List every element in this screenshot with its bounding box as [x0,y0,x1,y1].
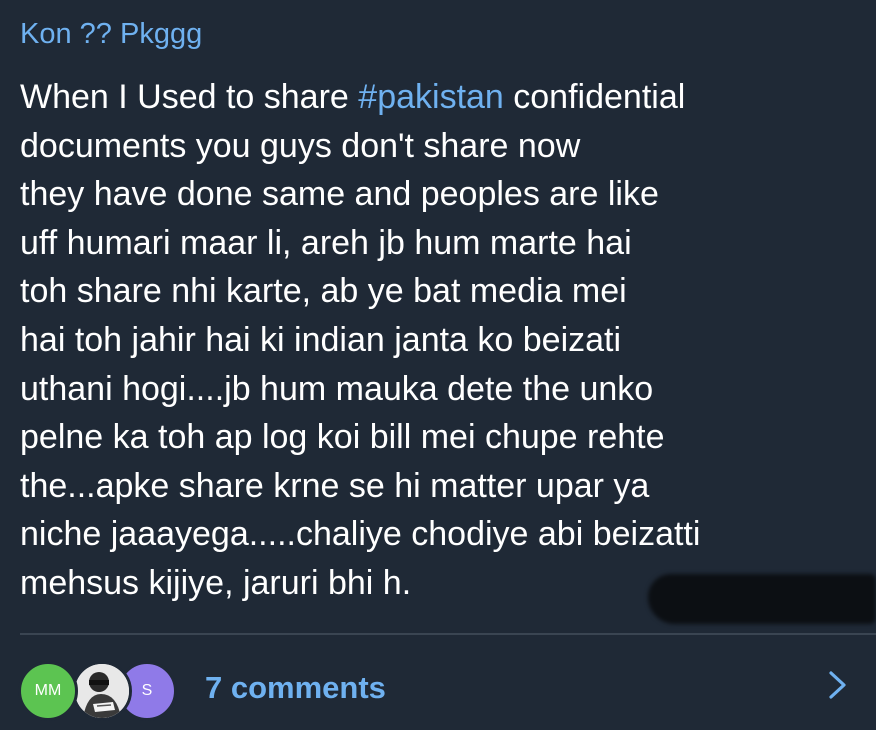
message-text: When I Used to share [20,78,359,116]
message-line: pelne ka toh ap log koi bill mei chupe r… [20,418,665,457]
comments-bar[interactable]: MM S 7 comments [0,636,876,730]
comments-link[interactable]: 7 comments [205,670,386,706]
redaction-scribble [648,574,876,624]
message-line: toh share nhi karte, ab ye bat media mei [20,272,627,311]
photo-avatar-icon [75,664,129,718]
message-line: documents you guys don't share now [20,126,581,165]
message-line: niche jaaayega.....chaliye chodiye abi b… [20,515,701,554]
avatar-initials: MM [34,682,62,699]
avatar-initials: S [141,682,153,699]
message-line: they have done same and peoples are like [20,175,659,214]
avatar-photo [72,661,132,721]
chevron-right-icon[interactable] [822,670,852,700]
divider [20,633,876,635]
hashtag-link[interactable]: #pakistan [358,78,504,116]
post-author[interactable]: Kon ?? Pkggg [20,18,202,51]
message-line: the...apke share krne se hi matter upar … [20,466,650,505]
post-message: When I Used to share #pakistan confident… [20,73,865,608]
avatar-mm: MM [18,661,78,721]
channel-post: Kon ?? Pkggg When I Used to share #pakis… [0,0,876,730]
message-line: uthani hogi....jb hum mauka dete the unk… [20,369,654,408]
message-line: hai toh jahir hai ki indian janta ko bei… [20,320,622,359]
message-line: uff humari maar li, areh jb hum marte ha… [20,223,632,262]
message-text: confidential [503,78,686,116]
message-line: When I Used to share #pakistan confident… [20,73,865,122]
